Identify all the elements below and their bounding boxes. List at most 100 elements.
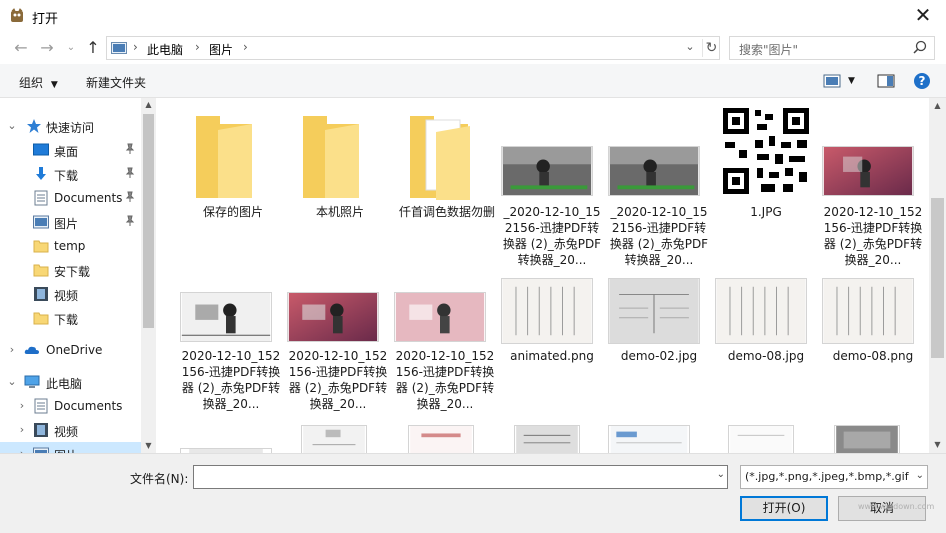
file-tile[interactable]: 2020-12-10_152156-迅捷PDF转换器 (2)_赤兔PDF转换器_… [287,258,389,418]
document-thumbnail[interactable] [608,425,690,453]
download-icon [36,167,46,180]
open-button[interactable]: 打开(O) [740,496,828,521]
expand-arrow-icon[interactable]: › [16,423,28,436]
file-tile[interactable]: demo-08.jpg [715,258,817,388]
folder-icon [33,312,49,325]
recent-locations-dropdown[interactable]: ⌄ [60,37,82,59]
file-tile[interactable]: 2020-12-10_152156-迅捷PDF转换器 (2)_赤兔PDF转换器_… [822,106,924,267]
document-thumbnail[interactable] [728,425,794,453]
back-button[interactable]: ← [10,37,32,59]
new-folder-button[interactable]: 新建文件夹 [86,74,146,91]
expand-arrow-icon[interactable]: ⌄ [6,119,18,132]
preview-pane-icon[interactable] [877,72,895,90]
document-thumbnail[interactable] [514,425,580,453]
search-input[interactable]: 搜索"图片" [739,41,798,58]
dropdown-arrow-icon: ▼ [50,80,58,90]
image-thumbnail [608,146,700,196]
filename-input[interactable]: ⌄ [193,465,728,489]
image-thumbnail [394,292,486,342]
sidebar-item-onedrive[interactable]: › OneDrive [0,338,141,362]
help-icon[interactable]: ? [913,72,931,90]
window-title: 打开 [32,12,59,27]
sidebar-item-desktop[interactable]: 桌面 [0,138,141,162]
bottom-panel: 文件名(N): ⌄ (*.jpg,*.png,*.jpeg,*.bmp,*.gi… [0,453,946,533]
sidebar-item-this-pc[interactable]: ⌄ 此电脑 [0,370,141,394]
sidebar-item-label: 图片 [54,217,79,231]
scroll-up-arrow-icon[interactable]: ▲ [929,98,946,114]
sidebar-item-download-folder[interactable]: 下载 [0,306,141,330]
search-box[interactable]: 搜索"图片" [729,36,935,60]
scroll-up-arrow-icon[interactable]: ▲ [141,98,156,112]
sidebar-item-label: 安下载 [54,265,91,279]
chevron-right-icon: › [133,40,138,54]
file-name: 2020-12-10_152156-迅捷PDF转换器 (2)_赤兔PDF转换器_… [288,349,388,411]
file-tile[interactable]: _2020-12-10_152156-迅捷PDF转换器 (2)_赤兔PDF转换器… [608,106,710,267]
sidebar-item-quick-access[interactable]: ⌄ 快速访问 [0,114,141,138]
sidebar-item-pc-pictures[interactable]: › 图片 [0,442,141,453]
address-bar[interactable]: › 此电脑 › 图片 › ⌄ ↻ [106,36,720,60]
sidebar-scrollbar[interactable]: ▲ ▼ [141,98,156,453]
expand-arrow-icon[interactable]: › [6,343,18,356]
expand-arrow-icon[interactable]: ⌄ [6,375,18,388]
sidebar-item-videos[interactable]: 视频 [0,282,141,306]
scrollbar-thumb[interactable] [143,114,154,328]
sidebar-item-pc-documents[interactable]: › Documents [0,394,141,418]
chevron-right-icon[interactable]: › [195,40,200,54]
image-thumbnail [180,292,272,342]
video-icon [34,423,48,437]
up-button[interactable]: ↑ [82,37,104,59]
document-thumbnail[interactable] [301,425,367,453]
file-tile[interactable]: _2020-12-10_152156-迅捷PDF转换器 (2)_赤兔PDF转换器… [501,106,603,267]
chevron-down-icon[interactable]: ⌄ [913,470,924,481]
chevron-down-icon[interactable]: ⌄ [717,469,725,480]
pin-icon[interactable] [124,167,136,179]
sidebar-item-anxiazai[interactable]: 安下载 [0,258,141,282]
breadcrumb-pictures[interactable]: 图片 [209,41,233,58]
breadcrumb-this-pc[interactable]: 此电脑 [147,41,183,58]
close-button[interactable]: ✕ [912,4,934,26]
document-thumbnail[interactable] [834,425,900,453]
file-tile[interactable]: animated.png [501,258,603,388]
sidebar-item-pc-videos[interactable]: › 视频 [0,418,141,442]
file-tile[interactable]: 仟首调色数据勿删 [396,106,498,236]
refresh-icon[interactable]: ↻ [702,39,720,57]
file-tile[interactable]: demo-02.jpg [608,258,710,388]
pin-icon[interactable] [124,215,136,227]
scroll-down-arrow-icon[interactable]: ▼ [929,437,946,453]
file-tile[interactable]: 1.JPG [715,106,817,236]
file-tile[interactable]: demo-08.png [822,258,924,388]
navigation-pane: ⌄ 快速访问 桌面 下载 Documents 图片 temp 安下载 视频 下载 [0,98,156,453]
file-name: 1.JPG [750,205,782,219]
view-dropdown-icon[interactable]: ▼ [848,76,855,86]
file-list-scrollbar[interactable]: ▲ ▼ [929,98,946,453]
folder-with-documents-icon [410,116,470,200]
scroll-down-arrow-icon[interactable]: ▼ [141,439,156,453]
sidebar-item-documents[interactable]: Documents [0,186,141,210]
view-options-icon[interactable] [823,72,841,90]
chevron-down-icon[interactable]: ⌄ [681,40,699,56]
document-thumbnail[interactable] [408,425,474,453]
file-tile[interactable]: 2020-12-10_152156-迅捷PDF转换器 (2)_赤兔PDF转换器_… [180,258,282,418]
file-tile[interactable]: 保存的图片 [182,106,284,236]
file-tile[interactable]: 本机照片 [289,106,391,236]
file-tile[interactable]: 2020-12-10_152156-迅捷PDF转换器 (2)_赤兔PDF转换器_… [394,258,496,418]
file-name: demo-08.png [832,349,914,363]
sidebar-item-downloads[interactable]: 下载 [0,162,141,186]
pin-icon[interactable] [124,191,136,203]
document-icon [34,398,48,414]
filetype-select[interactable]: (*.jpg,*.png,*.jpeg,*.bmp,*.gif ⌄ [740,465,928,489]
sidebar-item-pictures[interactable]: 图片 [0,210,141,234]
document-thumbnail [608,278,700,344]
file-name: 仟首调色数据勿删 [398,205,495,219]
forward-button[interactable]: → [36,37,58,59]
file-name: 本机照片 [315,205,364,219]
expand-arrow-icon[interactable]: › [16,399,28,412]
pin-icon[interactable] [124,143,136,155]
organize-menu[interactable]: 组织 ▼ [19,74,58,91]
scrollbar-thumb[interactable] [931,198,944,358]
title-bar: 打开 ✕ [0,0,946,32]
chevron-right-icon[interactable]: › [243,40,248,54]
sidebar-item-temp[interactable]: temp [0,234,141,258]
image-thumbnail [287,292,379,342]
app-icon [11,8,23,22]
